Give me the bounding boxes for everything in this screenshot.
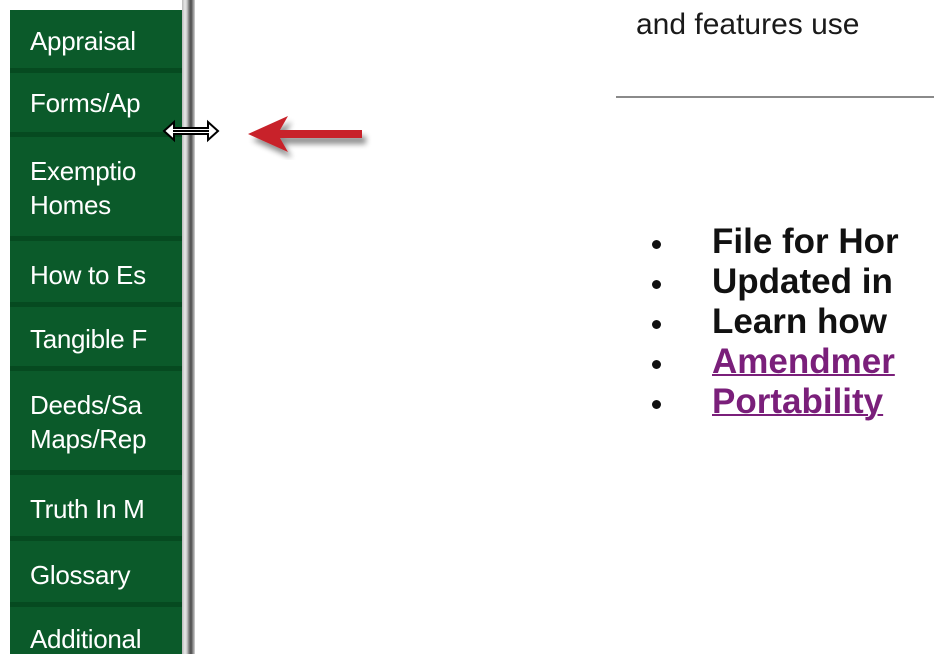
sidebar-item-label: Maps/Rep <box>30 424 147 454</box>
bullet-icon <box>652 400 661 409</box>
sidebar-item-label: Homes <box>30 190 111 220</box>
sidebar-item-label: Deeds/Sa <box>30 390 142 420</box>
sidebar-nav: Appraisal Forms/Ap Exemptio Homes How to… <box>10 10 182 654</box>
bullet-icon <box>652 240 661 249</box>
frame-splitter[interactable] <box>182 0 195 654</box>
sidebar-item-label: Forms/Ap <box>30 88 141 118</box>
horizontal-divider <box>616 96 934 98</box>
bullet-icon <box>652 320 661 329</box>
list-item: File for Hor <box>648 222 899 262</box>
sidebar-separator <box>10 68 182 73</box>
screenshot-stage: Appraisal Forms/Ap Exemptio Homes How to… <box>0 0 934 654</box>
horizontal-resize-cursor-icon <box>162 119 220 143</box>
sidebar-item-label: Glossary <box>30 560 131 590</box>
sidebar-separator <box>10 470 182 475</box>
amendment-link[interactable]: Amendmer <box>712 342 895 381</box>
sidebar-separator <box>10 236 182 241</box>
portability-link[interactable]: Portability <box>712 382 883 421</box>
sidebar-item-additional[interactable]: Additional <box>10 622 182 654</box>
list-item-text: Updated in <box>712 262 893 301</box>
sidebar-item-exemptions[interactable]: Exemptio Homes <box>10 154 182 222</box>
sidebar-item-how-to[interactable]: How to Es <box>10 258 182 292</box>
bullet-icon <box>652 280 661 289</box>
sidebar-item-forms[interactable]: Forms/Ap <box>10 86 182 120</box>
sidebar-separator <box>10 366 182 371</box>
bullet-list: File for Hor Updated in Learn how Amendm… <box>648 222 899 422</box>
sidebar-item-label: Truth In M <box>30 494 145 524</box>
list-item-text: Learn how <box>712 302 888 341</box>
sidebar-separator <box>10 132 182 137</box>
sidebar-item-appraisal[interactable]: Appraisal <box>10 24 182 58</box>
sidebar-item-label: How to Es <box>30 260 146 290</box>
list-item-text: File for Hor <box>712 222 899 261</box>
sidebar-separator <box>10 302 182 307</box>
red-left-arrow-icon <box>248 116 362 152</box>
sidebar-separator <box>10 536 182 541</box>
list-item: Learn how <box>648 302 899 342</box>
intro-text: and features use <box>636 8 860 41</box>
sidebar-item-label: Exemptio <box>30 156 136 186</box>
sidebar-item-label: Tangible F <box>30 324 147 354</box>
list-item: Amendmer <box>648 342 899 382</box>
sidebar-item-truth-in-millage[interactable]: Truth In M <box>10 492 182 526</box>
sidebar-item-deeds[interactable]: Deeds/Sa Maps/Rep <box>10 388 182 456</box>
bullet-icon <box>652 360 661 369</box>
sidebar-item-label: Additional <box>30 624 142 654</box>
list-item: Updated in <box>648 262 899 302</box>
list-item: Portability <box>648 382 899 422</box>
sidebar-item-label: Appraisal <box>30 26 136 56</box>
sidebar-item-glossary[interactable]: Glossary <box>10 558 182 592</box>
sidebar-separator <box>10 602 182 607</box>
sidebar-item-tangible[interactable]: Tangible F <box>10 322 182 356</box>
